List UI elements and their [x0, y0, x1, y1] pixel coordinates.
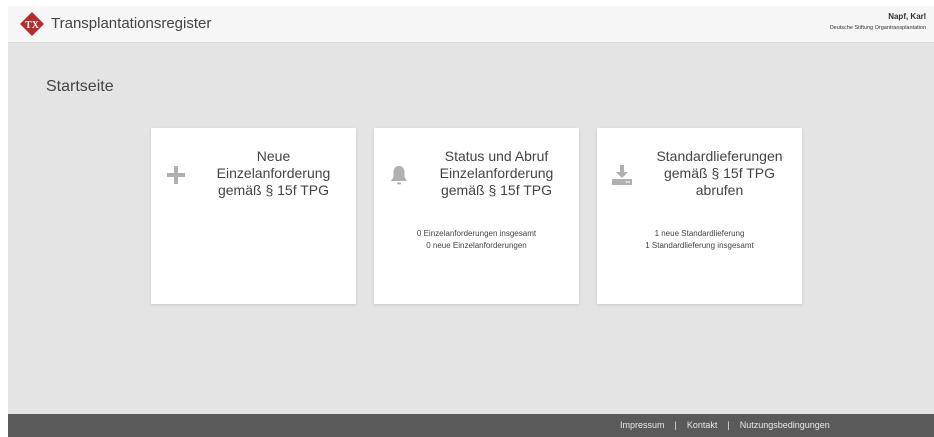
new-request-card[interactable]: Neue Einzelanforderung gemäß § 15f TPG: [151, 128, 356, 304]
card-title: Neue Einzelanforderung gemäß § 15f TPG: [197, 148, 350, 199]
nutzungsbedingungen-link[interactable]: Nutzungsbedingungen: [740, 420, 830, 430]
card-title-line: Einzelanforderung: [216, 165, 331, 181]
logo-text: TX: [25, 20, 40, 31]
footer-separator: |: [674, 420, 677, 430]
page-title: Startseite: [46, 78, 114, 95]
card-title-line: Einzelanforderung: [439, 165, 554, 181]
status-request-card[interactable]: Status und Abruf Einzelanforderung gemäß…: [374, 128, 579, 304]
card-info-line: 1 neue Standardlieferung: [654, 229, 745, 238]
card-info: 0 Einzelanforderungen insgesamt 0 neue E…: [374, 228, 579, 252]
top-bar: TX Transplantationsregister Napf, Karl D…: [8, 6, 934, 43]
tx-logo[interactable]: TX: [19, 11, 45, 37]
plus-icon: [167, 166, 185, 184]
card-info-line: 1 Standardlieferung insgesamt: [645, 241, 754, 250]
card-title: Status und Abruf Einzelanforderung gemäß…: [420, 148, 573, 199]
card-title-line: gemäß § 15f TPG: [663, 165, 775, 181]
footer: Impressum | Kontakt | Nutzungsbedingungen: [8, 414, 934, 437]
card-title: Standardlieferungen gemäß § 15f TPG abru…: [643, 148, 796, 199]
footer-links: Impressum | Kontakt | Nutzungsbedingungen: [620, 420, 830, 430]
card-title-line: Status und Abruf: [444, 148, 549, 164]
app-frame: TX Transplantationsregister Napf, Karl D…: [8, 6, 934, 437]
download-icon: [612, 165, 632, 185]
user-name[interactable]: Napf, Karl: [888, 12, 926, 21]
card-title-line: abrufen: [695, 182, 744, 198]
card-info-line: 0 neue Einzelanforderungen: [426, 241, 527, 250]
impressum-link[interactable]: Impressum: [620, 420, 665, 430]
app-title[interactable]: Transplantationsregister: [51, 15, 211, 32]
card-info: 1 neue Standardlieferung 1 Standardliefe…: [597, 228, 802, 252]
card-title-line: gemäß § 15f TPG: [440, 182, 552, 198]
card-title-line: Standardlieferungen: [656, 148, 783, 164]
card-title-line: gemäß § 15f TPG: [217, 182, 329, 198]
card-title-line: Neue: [256, 148, 291, 164]
kontakt-link[interactable]: Kontakt: [687, 420, 718, 430]
card-info-line: 0 Einzelanforderungen insgesamt: [416, 229, 537, 238]
footer-separator: |: [727, 420, 730, 430]
bell-icon: [391, 166, 407, 185]
standard-delivery-card[interactable]: Standardlieferungen gemäß § 15f TPG abru…: [597, 128, 802, 304]
user-organization: Deutsche Stiftung Organtransplantation: [829, 25, 926, 31]
